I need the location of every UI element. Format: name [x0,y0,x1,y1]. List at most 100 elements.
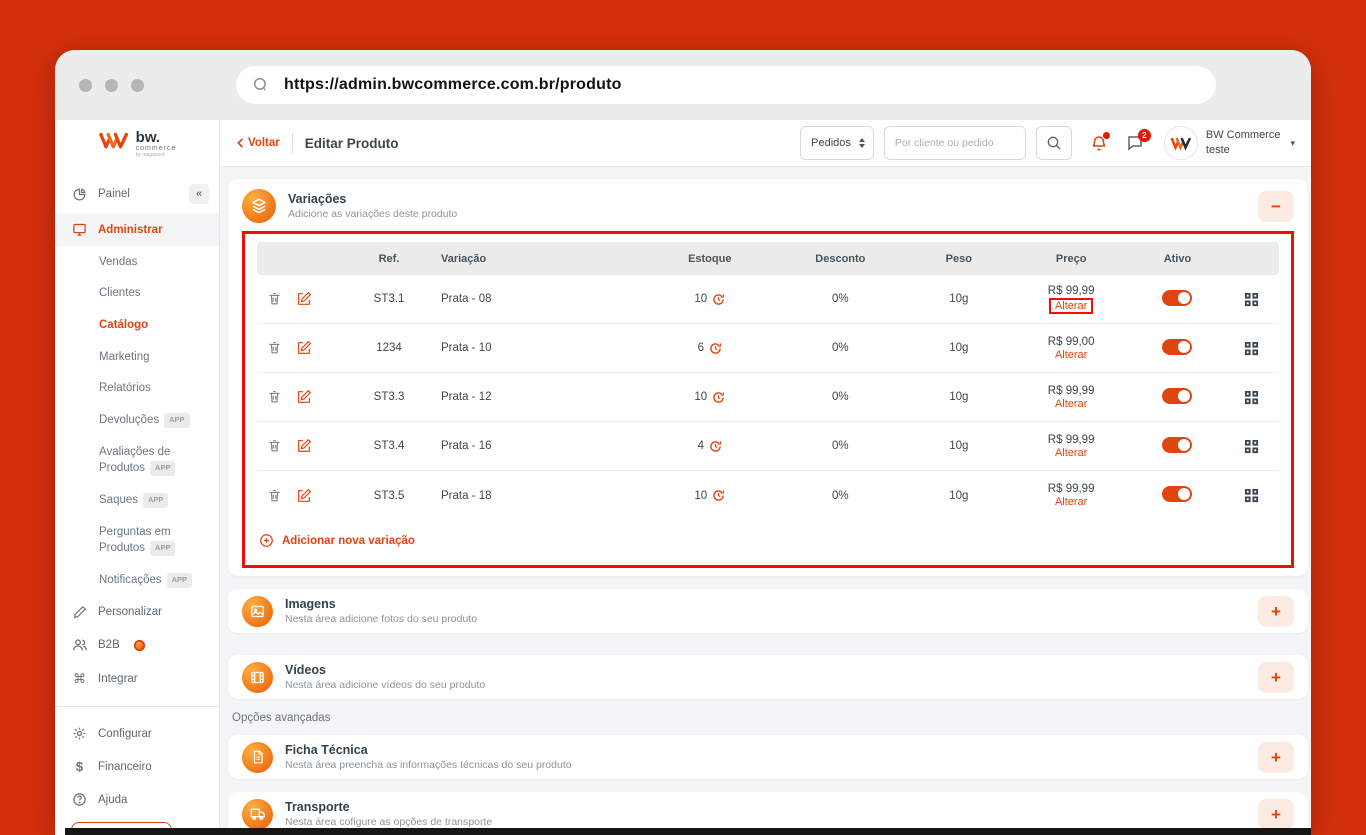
edit-icon [298,340,312,354]
grid-squares-icon [1244,341,1258,355]
orders-filter-select[interactable]: Pedidos [800,126,874,160]
account-menu[interactable]: BW Commerce teste ▾ [1163,126,1295,160]
trash-icon [269,292,280,305]
brand-logo[interactable]: bw. commerce by magazord [55,120,220,167]
variation-images-button[interactable] [1244,341,1259,356]
section-card-videos[interactable]: Vídeos Nesta área adicione vídeos do seu… [228,655,1308,699]
column-header-estoque: Estoque [688,252,732,265]
table-row: ST3.4 Prata - 16 4 0% 10g R$ 99,99 Alter… [257,422,1279,471]
address-bar[interactable]: https://admin.bwcommerce.com.br/produto [236,66,1216,104]
add-variation-label: Adicionar nova variação [282,534,415,547]
variation-price: R$ 99,00 Alterar [1010,336,1131,361]
trash-icon [269,439,280,452]
search-submit-button[interactable] [1035,126,1072,160]
expand-videos-button[interactable]: + [1258,661,1294,693]
expand-imagens-button[interactable]: + [1258,595,1294,627]
sidebar-item-financeiro[interactable]: $ Financeiro [55,750,219,783]
window-bottom-edge [65,828,1311,835]
price-value: R$ 99,99 [1047,483,1095,495]
delete-variation-button[interactable] [267,438,282,454]
add-variation-link[interactable]: Adicionar nova variação [259,533,415,548]
expand-ficha-tecnica-button[interactable]: + [1258,741,1294,773]
sidebar-item-avaliacoes-de-produtos[interactable]: Avaliações de Produtos APP [55,436,219,484]
sidebar-item-administrar[interactable]: Administrar [55,213,219,246]
notifications-button[interactable] [1090,132,1110,152]
people-icon [71,637,88,653]
active-toggle[interactable] [1162,387,1193,404]
stock-history-icon[interactable] [712,391,725,404]
alterar-price-link[interactable]: Alterar [1055,349,1087,361]
active-toggle[interactable] [1162,338,1193,355]
alterar-price-link[interactable]: Alterar [1055,398,1087,410]
sidebar-item-ajuda[interactable]: Ajuda [55,783,219,816]
variation-images-button[interactable] [1244,488,1259,503]
active-toggle[interactable] [1162,436,1193,453]
close-window-button[interactable] [79,78,92,92]
column-header-preco: Preço [1055,252,1087,265]
image-icon [242,595,273,627]
column-header-desconto: Desconto [815,252,866,265]
back-button[interactable]: Voltar [236,137,280,149]
sidebar-item-integrar[interactable]: ⌘ Integrar [55,662,219,696]
edit-variation-button[interactable] [296,291,312,307]
sidebar-item-b2b[interactable]: B2B [55,628,219,662]
variation-stock: 4 [646,440,774,453]
brand-text: bw. commerce by magazord [136,130,177,158]
variation-images-button[interactable] [1244,292,1259,307]
delete-variation-button[interactable] [267,340,282,356]
stock-history-icon[interactable] [709,342,722,355]
delete-variation-button[interactable] [267,488,282,504]
sidebar-item-personalizar[interactable]: Personalizar [55,596,219,628]
variation-images-button[interactable] [1244,439,1259,454]
sidebar-item-perguntas-em-produtos[interactable]: Perguntas em Produtos APP [55,516,219,564]
section-card-ficha-tecnica[interactable]: Ficha Técnica Nesta área preencha as inf… [228,735,1308,779]
section-card-imagens[interactable]: Imagens Nesta área adicione fotos do seu… [228,589,1308,633]
variation-discount: 0% [832,489,849,502]
filter-select-value: Pedidos [811,137,851,149]
sidebar-item-configurar[interactable]: Configurar [55,717,219,750]
sidebar-item-notificacoes[interactable]: Notificações APP [55,564,219,596]
delete-variation-button[interactable] [267,291,282,307]
search-input[interactable] [883,126,1026,160]
variation-weight: 10g [949,489,969,502]
sidebar-item-catalogo[interactable]: Catálogo [55,309,219,341]
column-header-ativo: Ativo [1163,252,1192,265]
edit-variation-button[interactable] [296,389,312,405]
stock-history-icon[interactable] [709,440,722,453]
annotation-alterar-red-box[interactable]: Alterar [1048,297,1094,314]
notification-dot [1102,132,1110,139]
messages-button[interactable]: 2 [1126,129,1151,152]
collapse-sidebar-button[interactable]: « [189,184,209,204]
section-subtitle: Nesta área preencha as informações técni… [285,759,572,771]
active-toggle[interactable] [1162,289,1193,306]
window-controls[interactable] [79,78,144,92]
expand-transporte-button[interactable]: + [1258,798,1294,830]
variation-images-button[interactable] [1244,390,1259,405]
sidebar-item-clientes[interactable]: Clientes [55,278,219,310]
sidebar-item-marketing[interactable]: Marketing [55,341,219,373]
delete-variation-button[interactable] [267,389,282,405]
edit-variation-button[interactable] [296,488,312,504]
command-icon: ⌘ [73,671,86,687]
stock-history-icon[interactable] [712,489,725,502]
section-title: Transporte [285,800,350,814]
variation-discount: 0% [832,293,849,305]
minimize-window-button[interactable] [105,78,118,92]
active-toggle[interactable] [1162,486,1193,502]
edit-variation-button[interactable] [296,438,312,454]
sidebar-item-saques[interactable]: Saques APP [55,484,219,516]
edit-variation-button[interactable] [296,340,312,356]
alterar-price-link[interactable]: Alterar [1055,496,1087,508]
table-header: Ref. Variação Estoque Desconto Peso Preço Ativ… [257,242,1279,275]
sidebar-item-devolucoes[interactable]: Devoluções APP [55,404,219,436]
sidebar-item-vendas[interactable]: Vendas [55,246,219,278]
alterar-price-link[interactable]: Alterar [1055,447,1087,459]
collapse-variations-button[interactable]: − [1258,190,1294,222]
bw-logo-icon [98,130,130,157]
maximize-window-button[interactable] [131,78,144,92]
variation-name: Prata - 10 [441,342,492,354]
sidebar-item-painel[interactable]: Painel « [55,175,219,213]
column-header-variacao: Variação [441,252,487,265]
stock-history-icon[interactable] [712,293,725,306]
sidebar-item-relatorios[interactable]: Relatórios [55,373,219,405]
